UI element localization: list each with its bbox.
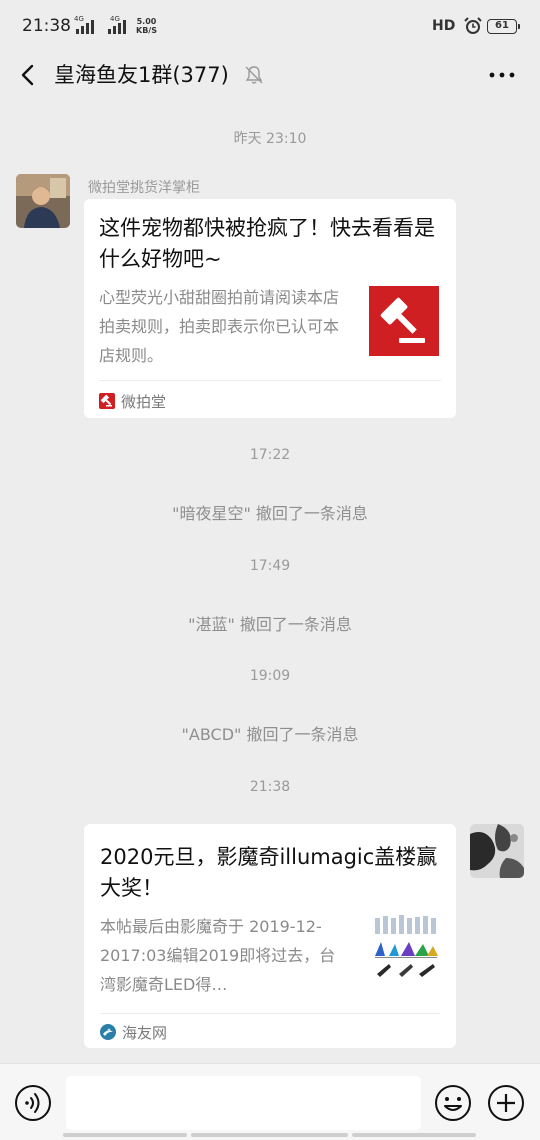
sender-avatar[interactable] (16, 174, 70, 228)
chat-title: 皇海鱼友1群(377) (54, 63, 229, 87)
network-speed-value: 5.00 (136, 17, 157, 26)
nav-gesture-bar (352, 1133, 476, 1137)
shared-link-card[interactable]: 这件宠物都快被抢疯了！快去看看是什么好物吧~ 心型荧光小甜甜圈拍前请阅读本店拍卖… (84, 199, 456, 418)
plus-icon[interactable] (487, 1084, 525, 1122)
auction-gavel-icon (369, 286, 439, 356)
article-thumbnail (371, 912, 441, 982)
card-source: 微拍堂 (121, 393, 167, 411)
voice-icon[interactable] (14, 1084, 52, 1122)
recall-notice: "暗夜星空" 撤回了一条消息 (172, 504, 368, 523)
hd-voice-indicator: HD (432, 18, 456, 34)
signal-sim1-icon: 4G (74, 15, 98, 35)
card-footer: 微拍堂 (99, 380, 441, 418)
weipaitang-logo-icon (99, 393, 115, 409)
status-bar: 21:38 4G 4G 5.00 KB/S HD 61 (0, 0, 540, 52)
sender-name: 微拍堂挑货洋掌柜 (88, 180, 200, 196)
my-avatar[interactable] (470, 824, 524, 878)
timestamp: 昨天 23:10 (233, 131, 307, 147)
more-icon[interactable] (484, 60, 520, 90)
back-arrow-icon[interactable] (14, 60, 42, 90)
card-footer: 海友网 (100, 1013, 440, 1048)
card-description: 本帖最后由影魔奇于 2019-12-2017:03编辑2019即将过去，台湾影魔… (100, 917, 336, 994)
message-input[interactable] (66, 1076, 421, 1130)
input-bar (0, 1063, 540, 1140)
mute-bell-icon (245, 66, 263, 84)
shared-link-card[interactable]: 2020元旦，影魔奇illumagic盖楼赢大奖！ 本帖最后由影魔奇于 2019… (84, 824, 456, 1048)
nav-gesture-bar (191, 1133, 348, 1137)
nav-gesture-bar (63, 1133, 187, 1137)
emoji-icon[interactable] (434, 1084, 472, 1122)
timestamp: 21:38 (249, 779, 291, 795)
status-time: 21:38 (22, 16, 71, 36)
battery-indicator: 61 (487, 19, 520, 34)
network-speed-unit: KB/S (136, 26, 157, 35)
signal-sim2-icon: 4G (104, 15, 132, 35)
card-title: 2020元旦，影魔奇illumagic盖楼赢大奖！ (100, 845, 438, 900)
recall-notice: "湛蓝" 撤回了一条消息 (188, 615, 352, 634)
timestamp: 17:49 (249, 558, 291, 574)
card-title: 这件宠物都快被抢疯了！快去看看是什么好物吧~ (99, 216, 435, 271)
timestamp: 19:09 (249, 668, 291, 684)
chat-header: 皇海鱼友1群(377) (0, 52, 540, 98)
network-speed: 5.00 KB/S (136, 17, 157, 35)
card-source: 海友网 (122, 1024, 168, 1042)
haiyou-logo-icon (100, 1024, 116, 1040)
timestamp: 17:22 (249, 447, 291, 463)
card-description: 心型荧光小甜甜圈拍前请阅读本店拍卖规则，拍卖即表示你已认可本店规则。 (99, 288, 340, 365)
recall-notice: "ABCD" 撤回了一条消息 (181, 725, 359, 744)
alarm-icon (464, 17, 482, 34)
